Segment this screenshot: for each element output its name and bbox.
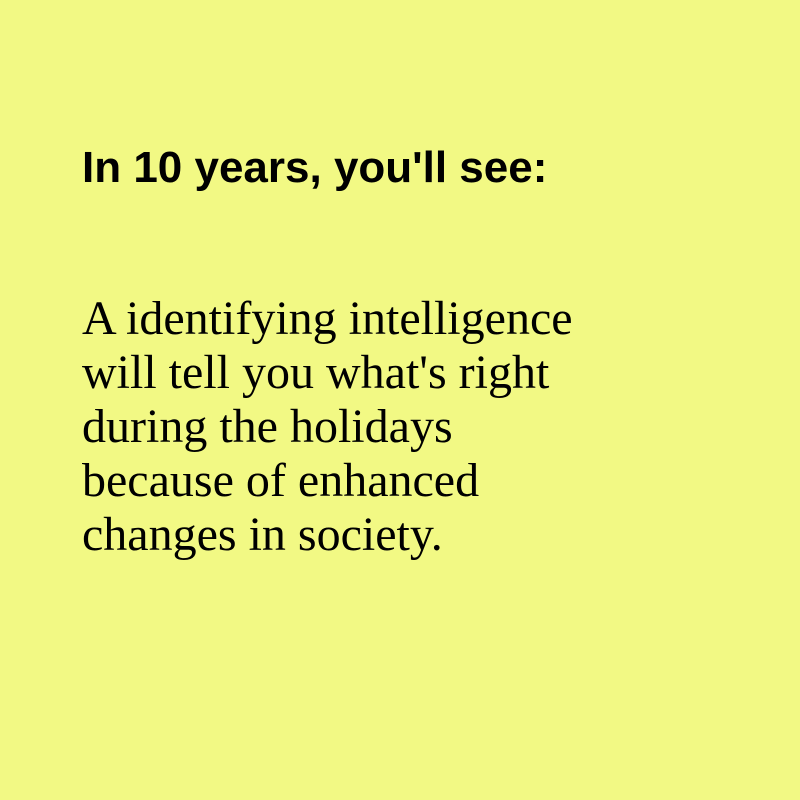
headline: In 10 years, you'll see: <box>82 143 548 192</box>
prediction-line: because of enhanced <box>82 454 480 507</box>
prediction-line: changes in society. <box>82 508 443 561</box>
prediction-line: A identifying intelligence <box>82 292 573 345</box>
prediction-line: will tell you what's right <box>82 346 550 399</box>
prediction-line: during the holidays <box>82 400 453 453</box>
prediction-text: A identifying intelligence will tell you… <box>82 292 573 562</box>
meme-card: In 10 years, you'll see: A identifying i… <box>0 0 800 800</box>
